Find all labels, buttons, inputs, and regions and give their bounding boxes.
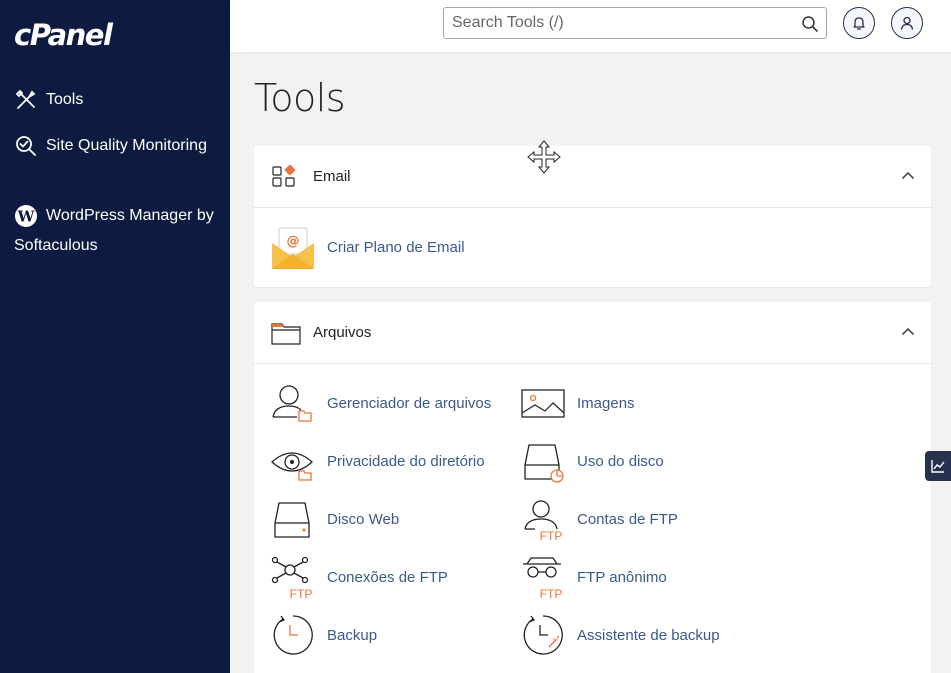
tool-label: Conexões de FTP	[327, 569, 448, 586]
page-title: Tools	[254, 76, 346, 120]
anonymous-ftp-icon: FTP	[523, 557, 563, 601]
chart-line-icon	[931, 460, 945, 473]
tool-label: Contas de FTP	[577, 511, 678, 528]
tool-contas-de-ftp[interactable]: FTP Contas de FTP	[521, 497, 761, 545]
tool-gerenciador-de-arquivos[interactable]: Gerenciador de arquivos	[271, 381, 511, 429]
tool-ftp-anonimo[interactable]: FTP FTP anônimo	[521, 555, 761, 603]
tool-backup[interactable]: Backup	[271, 613, 511, 661]
ftp-accounts-icon: FTP	[524, 500, 563, 543]
tool-label: Criar Plano de Email	[327, 239, 465, 256]
stats-side-tab[interactable]	[925, 451, 951, 481]
tool-label: FTP anônimo	[577, 569, 667, 586]
email-section: Email @ Criar Plano de Email	[254, 146, 931, 287]
tools-icon	[15, 89, 36, 109]
search-icon[interactable]	[801, 15, 819, 33]
ftp-connections-icon: FTP	[271, 556, 313, 601]
section-title: Arquivos	[313, 324, 372, 341]
tool-label: Gerenciador de arquivos	[327, 395, 492, 412]
top-bar	[230, 0, 951, 52]
tool-imagens[interactable]: Imagens	[521, 381, 761, 429]
bell-icon	[853, 17, 865, 30]
tool-criar-plano-de-email[interactable]: @ Criar Plano de Email	[271, 225, 511, 273]
disk-usage-icon	[524, 444, 564, 483]
user-icon	[900, 16, 914, 30]
magnifier-check-icon	[16, 136, 36, 156]
chevron-up-icon[interactable]	[901, 170, 915, 180]
tool-disco-web[interactable]: Disco Web	[271, 497, 511, 545]
svg-text:@: @	[287, 234, 300, 249]
tool-assistente-de-backup[interactable]: Assistente de backup	[521, 613, 761, 661]
svg-text:FTP: FTP	[540, 587, 563, 601]
files-section: Arquivos Gerenciador de arquivos Imagens	[254, 302, 931, 673]
tool-label: Assistente de backup	[577, 627, 720, 644]
email-envelope-icon: @	[272, 227, 314, 269]
directory-privacy-icon	[271, 452, 313, 481]
search-input[interactable]	[444, 8, 784, 38]
svg-text:FTP: FTP	[540, 529, 563, 543]
tool-uso-do-disco[interactable]: Uso do disco	[521, 439, 761, 487]
tool-label: Privacidade do diretório	[327, 453, 485, 470]
svg-text:W: W	[17, 208, 36, 226]
backup-icon	[273, 615, 313, 655]
sidebar-item-label: Site Quality Monitoring	[46, 137, 207, 154]
sidebar-item-tools[interactable]: Tools	[14, 85, 224, 115]
tool-label: Disco Web	[327, 511, 400, 528]
wordpress-icon: W	[15, 205, 37, 227]
sidebar-item-label: Tools	[46, 91, 84, 108]
chevron-up-icon[interactable]	[901, 326, 915, 336]
email-section-icon	[272, 164, 296, 187]
tool-label: Imagens	[577, 395, 635, 412]
files-section-header[interactable]: Arquivos	[254, 302, 931, 364]
images-icon	[521, 389, 565, 418]
search-box	[443, 7, 827, 39]
file-manager-icon	[272, 385, 312, 422]
user-menu-button[interactable]	[891, 7, 923, 39]
sidebar-item-label: WordPress Manager by Softaculous	[14, 207, 214, 255]
tool-privacidade-do-diretorio[interactable]: Privacidade do diretório	[271, 439, 511, 487]
sidebar: cPanel Tools Site Quality Monitoring W W…	[0, 0, 230, 673]
tool-conexoes-de-ftp[interactable]: FTP Conexões de FTP	[271, 555, 511, 603]
sidebar-item-wordpress-manager[interactable]: W WordPress Manager by Softaculous	[14, 201, 224, 261]
notifications-button[interactable]	[843, 7, 875, 39]
tool-label: Backup	[327, 627, 378, 644]
section-title: Email	[313, 168, 351, 185]
email-section-header[interactable]: Email	[254, 146, 931, 208]
web-disk-icon	[274, 502, 310, 538]
move-cursor-icon	[527, 140, 561, 174]
backup-wizard-icon	[523, 615, 563, 655]
sidebar-item-site-quality[interactable]: Site Quality Monitoring	[14, 131, 224, 161]
tool-label: Uso do disco	[577, 453, 664, 470]
cpanel-logo[interactable]: cPanel	[14, 18, 113, 52]
folder-icon	[271, 323, 301, 345]
svg-text:FTP: FTP	[290, 587, 313, 601]
